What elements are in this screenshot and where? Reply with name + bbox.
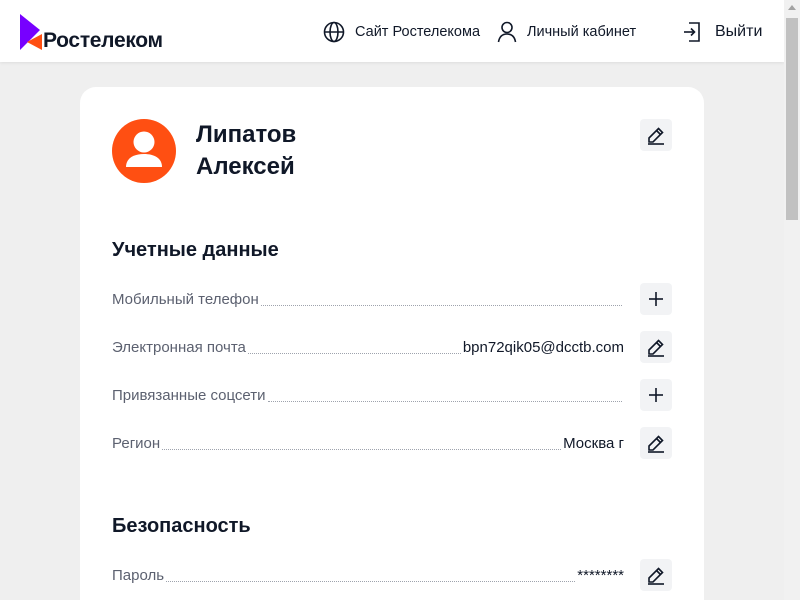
edit-profile-button[interactable] [640, 119, 672, 151]
edit-password-button[interactable] [640, 559, 672, 591]
phone-label: Мобильный телефон [112, 291, 259, 308]
edit-region-button[interactable] [640, 427, 672, 459]
profile-card: Липатов Алексей Учетные данные Мобильный… [80, 87, 704, 600]
profile-first-name: Алексей [196, 153, 295, 180]
password-row: Пароль ******** [112, 562, 624, 586]
user-avatar-icon [112, 119, 176, 183]
cabinet-link-label: Личный кабинет [527, 24, 637, 40]
account-section-title: Учетные данные [112, 239, 279, 261]
logout-icon [684, 22, 700, 42]
profile-name: Липатов Алексей [196, 119, 496, 183]
region-value: Москва г [563, 435, 624, 452]
phone-row: Мобильный телефон [112, 286, 624, 310]
email-value: bpn72qik05@dcctb.com [462, 339, 624, 356]
add-phone-button[interactable] [640, 283, 672, 315]
pencil-icon [648, 567, 664, 585]
region-row: Регион Москва г [112, 430, 624, 454]
user-icon [497, 21, 517, 43]
pencil-icon [648, 127, 664, 145]
logout-label: Выйти [715, 23, 763, 40]
scroll-thumb[interactable] [786, 18, 798, 220]
email-row: Электронная почта bpn72qik05@dcctb.com [112, 334, 624, 358]
globe-icon [323, 21, 345, 43]
cabinet-link[interactable]: Личный кабинет [497, 18, 636, 46]
add-social-button[interactable] [640, 379, 672, 411]
dotted-leader [166, 581, 576, 582]
logout-button[interactable]: Выйти [681, 18, 762, 46]
dotted-leader [260, 305, 622, 306]
site-link[interactable]: Сайт Ростелекома [323, 18, 480, 46]
scroll-up-arrow-icon[interactable] [788, 5, 796, 10]
profile-last-name: Липатов [196, 121, 297, 148]
security-section-title: Безопасность [112, 515, 251, 537]
social-label: Привязанные соцсети [112, 387, 266, 404]
social-row: Привязанные соцсети [112, 382, 624, 406]
region-label: Регион [112, 435, 161, 452]
email-label: Электронная почта [112, 339, 246, 356]
pencil-icon [648, 339, 664, 357]
password-value: ******** [577, 567, 624, 584]
dotted-leader [162, 449, 562, 450]
dotted-leader [247, 353, 461, 354]
brand-name: Ростелеком [43, 29, 163, 52]
plus-icon [649, 388, 663, 402]
edit-email-button[interactable] [640, 331, 672, 363]
dotted-leader [267, 401, 622, 402]
pencil-icon [648, 435, 664, 453]
page-scrollbar[interactable] [784, 0, 800, 600]
top-header: Ростелеком Сайт Ростелекома Личный кабин… [0, 0, 784, 62]
site-link-label: Сайт Ростелекома [355, 24, 481, 40]
password-label: Пароль [112, 567, 165, 584]
logo-mark-icon [20, 14, 42, 50]
plus-icon [649, 292, 663, 306]
